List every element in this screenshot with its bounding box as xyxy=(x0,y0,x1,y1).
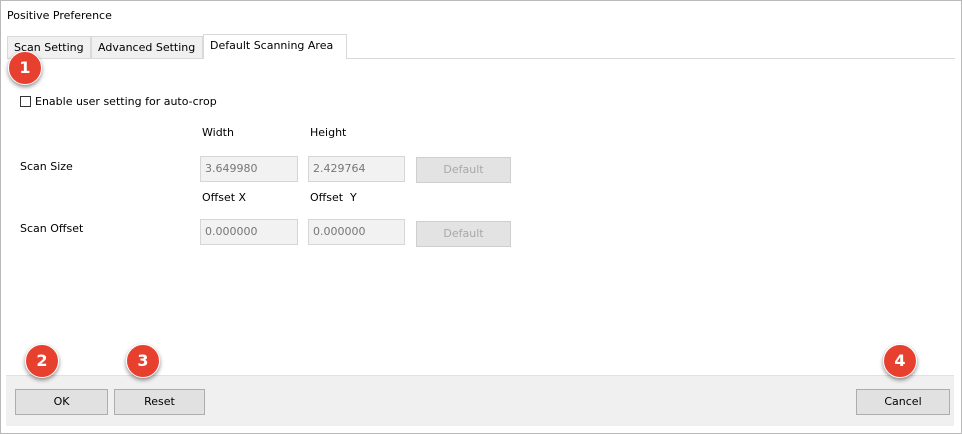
scan-width-field[interactable]: 3.649980 xyxy=(200,156,298,182)
cancel-button[interactable]: Cancel xyxy=(856,389,950,415)
scan-offset-label: Scan Offset xyxy=(20,222,84,235)
auto-crop-label: Enable user setting for auto-crop xyxy=(35,95,217,108)
auto-crop-option[interactable]: Enable user setting for auto-crop xyxy=(20,95,217,108)
step-badge-4: 4 xyxy=(883,344,917,378)
ok-button[interactable]: OK xyxy=(15,389,108,415)
height-header: Height xyxy=(310,126,347,139)
step-badge-3: 3 xyxy=(126,344,160,378)
offset-y-header: Offset Y xyxy=(310,191,357,204)
scan-size-default-button[interactable]: Default xyxy=(416,157,511,183)
offset-x-header: Offset X xyxy=(202,191,247,204)
tab-advanced-setting[interactable]: Advanced Setting xyxy=(91,36,203,58)
auto-crop-checkbox[interactable] xyxy=(20,96,31,107)
scan-offset-default-button[interactable]: Default xyxy=(416,221,511,247)
tab-label: Default Scanning Area xyxy=(210,39,334,52)
offset-y-field[interactable]: 0.000000 xyxy=(308,219,405,245)
reset-button[interactable]: Reset xyxy=(114,389,205,415)
scan-height-field[interactable]: 2.429764 xyxy=(308,156,405,182)
step-badge-2: 2 xyxy=(25,344,59,378)
scan-size-label: Scan Size xyxy=(20,160,73,173)
offset-x-field[interactable]: 0.000000 xyxy=(200,219,298,245)
step-badge-1: 1 xyxy=(8,51,42,85)
window-title: Positive Preference xyxy=(7,9,112,22)
tab-strip: Scan Setting Advanced Setting Default Sc… xyxy=(7,34,955,59)
width-header: Width xyxy=(202,126,234,139)
tab-label: Advanced Setting xyxy=(98,41,196,54)
tab-default-scanning-area[interactable]: Default Scanning Area xyxy=(203,34,347,59)
